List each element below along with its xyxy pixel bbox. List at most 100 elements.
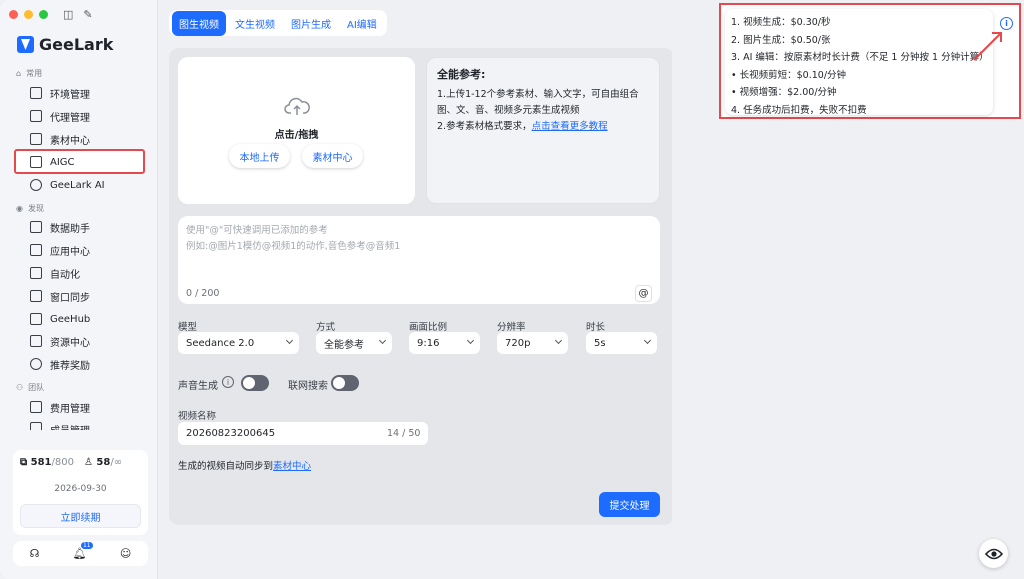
tab-ai-edit[interactable]: AI编辑 bbox=[340, 11, 384, 36]
image-icon bbox=[30, 133, 42, 145]
chevron-down-icon bbox=[554, 336, 563, 345]
material-center-link[interactable]: 素材中心 bbox=[273, 461, 311, 472]
support-headset-icon[interactable]: ☊ bbox=[30, 547, 40, 560]
ai-icon bbox=[30, 179, 42, 191]
wallet-icon bbox=[30, 401, 42, 413]
video-name-counter: 14 / 50 bbox=[387, 428, 421, 439]
cloud-upload-icon bbox=[284, 97, 310, 115]
close-window-button[interactable] bbox=[9, 10, 18, 19]
sidebar-item-aigc[interactable]: AIGC bbox=[30, 154, 75, 170]
user-icon: ♙ bbox=[83, 457, 97, 468]
local-upload-button[interactable]: 本地上传 bbox=[229, 144, 290, 168]
model-select[interactable]: Seedance 2.0 bbox=[178, 332, 299, 354]
sidebar-item-billing[interactable]: 费用管理 bbox=[30, 399, 90, 415]
video-name-label: 视频名称 bbox=[178, 411, 217, 422]
web-search-toggle[interactable] bbox=[331, 375, 359, 391]
resolution-select[interactable]: 720p bbox=[497, 332, 568, 354]
sidebar-item-environment[interactable]: 环境管理 bbox=[30, 85, 90, 101]
duration-select[interactable]: 5s bbox=[586, 332, 657, 354]
pricing-line: 3. AI 编辑：按原素材时长计费（不足 1 分钟按 1 分钟计算） bbox=[731, 52, 989, 63]
assistant-float-button[interactable] bbox=[979, 539, 1008, 568]
info-icon[interactable]: i bbox=[222, 376, 234, 388]
sync-note: 生成的视频自动同步到素材中心 bbox=[178, 461, 312, 472]
mode-label: 方式 bbox=[316, 322, 336, 333]
pricing-line: 2. 图片生成：$0.50/张 bbox=[731, 34, 831, 46]
section-discover: ◉ 发现 bbox=[16, 204, 44, 213]
mention-button[interactable]: @ bbox=[635, 285, 652, 302]
proxy-icon bbox=[30, 110, 42, 122]
sidebar-item-geelark-ai[interactable]: GeeLark AI bbox=[30, 177, 105, 193]
sidebar-item-geehub[interactable]: GeeHub bbox=[30, 311, 90, 327]
apps-grid-icon bbox=[30, 244, 42, 256]
chevron-down-icon bbox=[285, 336, 294, 345]
profiles-usage: ⧉ 581/800 bbox=[20, 457, 74, 468]
sidebar-item-proxy[interactable]: 代理管理 bbox=[30, 108, 90, 124]
sidebar-item-members[interactable]: 成员管理 bbox=[30, 422, 90, 430]
prompt-placeholder-2: 例如:@图片1模仿@视频1的动作,音色参考@音频1 bbox=[186, 241, 401, 252]
section-common: ⌂ 常用 bbox=[16, 69, 43, 78]
ratio-label: 画面比例 bbox=[409, 322, 448, 333]
renew-button[interactable]: 立即续期 bbox=[20, 504, 141, 528]
robot-icon bbox=[30, 267, 42, 279]
tab-text-to-video[interactable]: 文生视频 bbox=[228, 11, 282, 36]
material-center-button[interactable]: 素材中心 bbox=[302, 144, 363, 168]
edit-icon[interactable]: ✎ bbox=[83, 8, 92, 21]
members-icon bbox=[30, 422, 42, 430]
ratio-select[interactable]: 9:16 bbox=[409, 332, 480, 354]
chevron-down-icon bbox=[378, 336, 387, 345]
maximize-window-button[interactable] bbox=[39, 10, 48, 19]
reference-info-card: 全能参考: 1.上传1-12个参考素材、输入文字，可自由组合 图、文、音、视频多… bbox=[426, 57, 660, 204]
data-assistant-icon bbox=[30, 221, 42, 233]
model-label: 模型 bbox=[178, 322, 198, 333]
pricing-line: 1. 视频生成：$0.30/秒 bbox=[731, 17, 831, 28]
reference-line-2: 图、文、音、视频多元素生成视频 bbox=[437, 105, 580, 116]
minimize-window-button[interactable] bbox=[24, 10, 33, 19]
submit-button[interactable]: 提交处理 bbox=[599, 492, 660, 517]
sidebar-item-automation[interactable]: 自动化 bbox=[30, 265, 80, 281]
notification-badge: 11 bbox=[80, 542, 93, 549]
pricing-line: • 长视频剪短：$0.10/分钟 bbox=[731, 69, 847, 81]
profiles-icon: ⧉ bbox=[20, 457, 31, 468]
sidebar: ◫ ✎ GeeLark ⌂ 常用 环境管理 代理管理 素材中心 AIGC GeeL… bbox=[0, 0, 158, 579]
reference-line-1: 1.上传1-12个参考素材、输入文字，可自由组合 bbox=[437, 89, 639, 100]
dollar-icon bbox=[30, 358, 42, 370]
sound-generation-toggle[interactable] bbox=[241, 375, 269, 391]
mode-select[interactable]: 全能参考 bbox=[316, 332, 392, 354]
sidebar-item-window-sync[interactable]: 窗口同步 bbox=[30, 288, 90, 304]
expiry-date: 2026-09-30 bbox=[54, 484, 107, 494]
tab-image-generation[interactable]: 图片生成 bbox=[284, 11, 338, 36]
home-icon: ⌂ bbox=[16, 69, 22, 78]
team-icon: ⚇ bbox=[16, 383, 24, 392]
chevron-down-icon bbox=[643, 336, 652, 345]
pricing-tooltip: 1. 视频生成：$0.30/秒 2. 图片生成：$0.50/张 3. AI 编辑… bbox=[725, 9, 993, 116]
tutorial-link[interactable]: 点击查看更多教程 bbox=[532, 121, 608, 132]
sidebar-item-resources[interactable]: 资源中心 bbox=[30, 333, 90, 349]
pricing-line: 4. 任务成功后扣费，失败不扣费 bbox=[731, 104, 867, 116]
reference-line-3: 2.参考素材格式要求，点击查看更多教程 bbox=[437, 121, 608, 132]
web-search-label: 联网搜索 bbox=[288, 381, 328, 392]
geehub-icon bbox=[30, 313, 42, 325]
notification-bell-icon[interactable]: 🔔︎ 11 bbox=[73, 542, 93, 560]
sidebar-item-app-center[interactable]: 应用中心 bbox=[30, 242, 90, 258]
account-avatar-icon[interactable]: ☺ bbox=[120, 547, 131, 560]
eye-icon: ◉ bbox=[16, 204, 23, 213]
members-usage: ♙ 58/∞ bbox=[83, 457, 123, 468]
sidebar-toggle-icon[interactable]: ◫ bbox=[63, 8, 73, 21]
sidebar-item-data-assistant[interactable]: 数据助手 bbox=[30, 219, 90, 235]
resolution-label: 分辨率 bbox=[497, 322, 526, 333]
aigc-icon bbox=[30, 156, 42, 168]
generation-tabs: 图生视频 文生视频 图片生成 AI编辑 bbox=[169, 10, 387, 36]
sound-generation-label: 声音生成 bbox=[178, 381, 218, 392]
window-sync-icon bbox=[30, 290, 42, 302]
sidebar-item-referral[interactable]: 推荐奖励 bbox=[30, 356, 90, 372]
pricing-line: • 视频增强：$2.00/分钟 bbox=[731, 87, 837, 98]
usage-stats: ⧉ 581/800 ♙ 58/∞ bbox=[20, 457, 122, 468]
section-team: ⚇ 团队 bbox=[16, 383, 45, 392]
prompt-placeholder-1: 使用"@"可快速调用已添加的参考 bbox=[186, 225, 328, 236]
prompt-char-counter: 0 / 200 bbox=[186, 288, 220, 299]
sidebar-bottom-bar: ☊ 🔔︎ 11 ☺ bbox=[13, 541, 148, 566]
sidebar-item-materials[interactable]: 素材中心 bbox=[30, 131, 90, 147]
duration-label: 时长 bbox=[586, 322, 606, 333]
tab-image-to-video[interactable]: 图生视频 bbox=[172, 10, 226, 36]
chevron-down-icon bbox=[466, 336, 475, 345]
